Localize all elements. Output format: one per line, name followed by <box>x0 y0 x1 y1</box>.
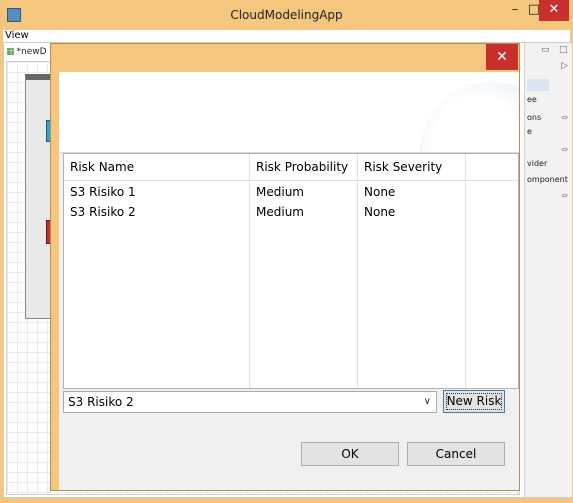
cancel-button[interactable]: Cancel <box>407 442 505 466</box>
risk-severity-cell: None <box>364 185 396 199</box>
editor-tab-label: *newD <box>16 47 47 57</box>
new-risk-button[interactable]: New Risk <box>443 390 505 413</box>
palette-selection <box>527 79 549 91</box>
risk-select[interactable]: S3 Risiko 2 ∨ <box>63 391 437 413</box>
collapse-icon[interactable]: ⇔ <box>561 145 568 154</box>
panel-maximize-icon[interactable]: □ <box>559 45 568 55</box>
app-title: CloudModelingApp <box>230 8 343 22</box>
collapse-icon[interactable]: ⇔ <box>561 113 568 122</box>
risk-select-value: S3 Risiko 2 <box>68 395 134 409</box>
dialog-close-button[interactable]: ✕ <box>486 44 518 70</box>
risk-dialog: ✕ Risk Name Risk Probability Risk Severi… <box>50 43 520 491</box>
palette-item[interactable]: vider <box>527 159 547 168</box>
chevron-down-icon[interactable]: ∨ <box>424 392 431 412</box>
dialog-banner <box>59 72 519 153</box>
column-header-risk-probability[interactable]: Risk Probability <box>250 154 357 180</box>
table-header: Risk Name Risk Probability Risk Severity <box>64 154 518 181</box>
palette-panel: ▭ □ ▷ ee ons ⇔ e ⇔ vider omponent ⇔ <box>524 43 572 497</box>
diagram-file-icon: ▦ <box>6 47 15 57</box>
column-header-risk-severity[interactable]: Risk Severity <box>358 154 465 180</box>
menubar: View <box>3 30 570 42</box>
menu-item-view[interactable]: View <box>3 30 29 41</box>
table-row[interactable]: S3 Risiko 2 Medium None <box>64 202 518 222</box>
risk-name-cell: S3 Risiko 1 <box>70 185 136 199</box>
minimize-button[interactable]: – <box>503 0 527 21</box>
column-header-empty[interactable] <box>466 154 518 180</box>
table-row[interactable]: S3 Risiko 1 Medium None <box>64 182 518 202</box>
palette-item[interactable]: ee <box>527 95 537 104</box>
risk-severity-cell: None <box>364 205 396 219</box>
palette-item[interactable]: omponent <box>527 175 568 184</box>
banner-decoration <box>419 82 519 152</box>
risk-probability-cell: Medium <box>256 185 304 199</box>
panel-expand-icon[interactable]: ▷ <box>561 61 568 71</box>
palette-item[interactable]: ons <box>527 113 541 122</box>
risk-probability-cell: Medium <box>256 205 304 219</box>
risk-table: Risk Name Risk Probability Risk Severity… <box>63 153 519 389</box>
risk-name-cell: S3 Risiko 2 <box>70 205 136 219</box>
palette-item[interactable]: e <box>527 127 532 136</box>
panel-minimize-icon[interactable]: ▭ <box>541 45 550 55</box>
dialog-body: Risk Name Risk Probability Risk Severity… <box>59 72 519 490</box>
column-header-risk-name[interactable]: Risk Name <box>64 154 249 180</box>
close-window-button[interactable]: ✕ <box>539 0 569 21</box>
app-titlebar: CloudModelingApp – □ ✕ <box>0 0 573 30</box>
ok-button[interactable]: OK <box>301 442 399 466</box>
collapse-icon[interactable]: ⇔ <box>561 191 568 200</box>
